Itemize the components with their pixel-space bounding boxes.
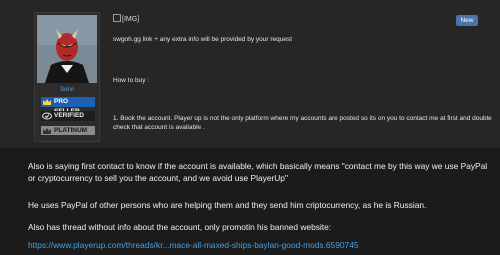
thread-link[interactable]: https://www.playerup.com/threads/kr...ma… [28,239,496,251]
broken-image-icon [113,14,121,22]
post-text-line: How to buy : [113,77,150,84]
user-card: Sorvi PRO SELLER VERIFIED PLATINUM [34,12,100,142]
pro-seller-badge: PRO SELLER [41,97,95,115]
platinum-badge: PLATINUM [41,126,95,135]
comment-paragraph: Also has thread without info about the a… [28,222,332,232]
broken-image: [IMG] [113,14,139,23]
crown-icon [43,99,51,105]
crown-icon [43,128,51,134]
avatar[interactable] [37,15,97,83]
image-alt-text: [IMG] [122,16,140,23]
comment-paragraph: He uses PayPal of other persons who are … [28,200,427,210]
platinum-label: PLATINUM [54,127,88,134]
post-text-line: 1. Book the account. Player up is not th… [113,115,492,131]
post-text-line: swgoh.gg link + any extra info will be p… [113,36,293,43]
new-badge: New [456,15,478,26]
username[interactable]: Sorvi [35,87,99,93]
verified-badge: VERIFIED [41,111,95,121]
avatar-image [37,15,97,83]
comment-paragraph: Also is saying first contact to know if … [28,161,488,183]
forum-post: Sorvi PRO SELLER VERIFIED PLATINUM [IMG]… [0,0,500,148]
verified-label: VERIFIED [54,112,84,119]
verified-icon [42,112,52,120]
